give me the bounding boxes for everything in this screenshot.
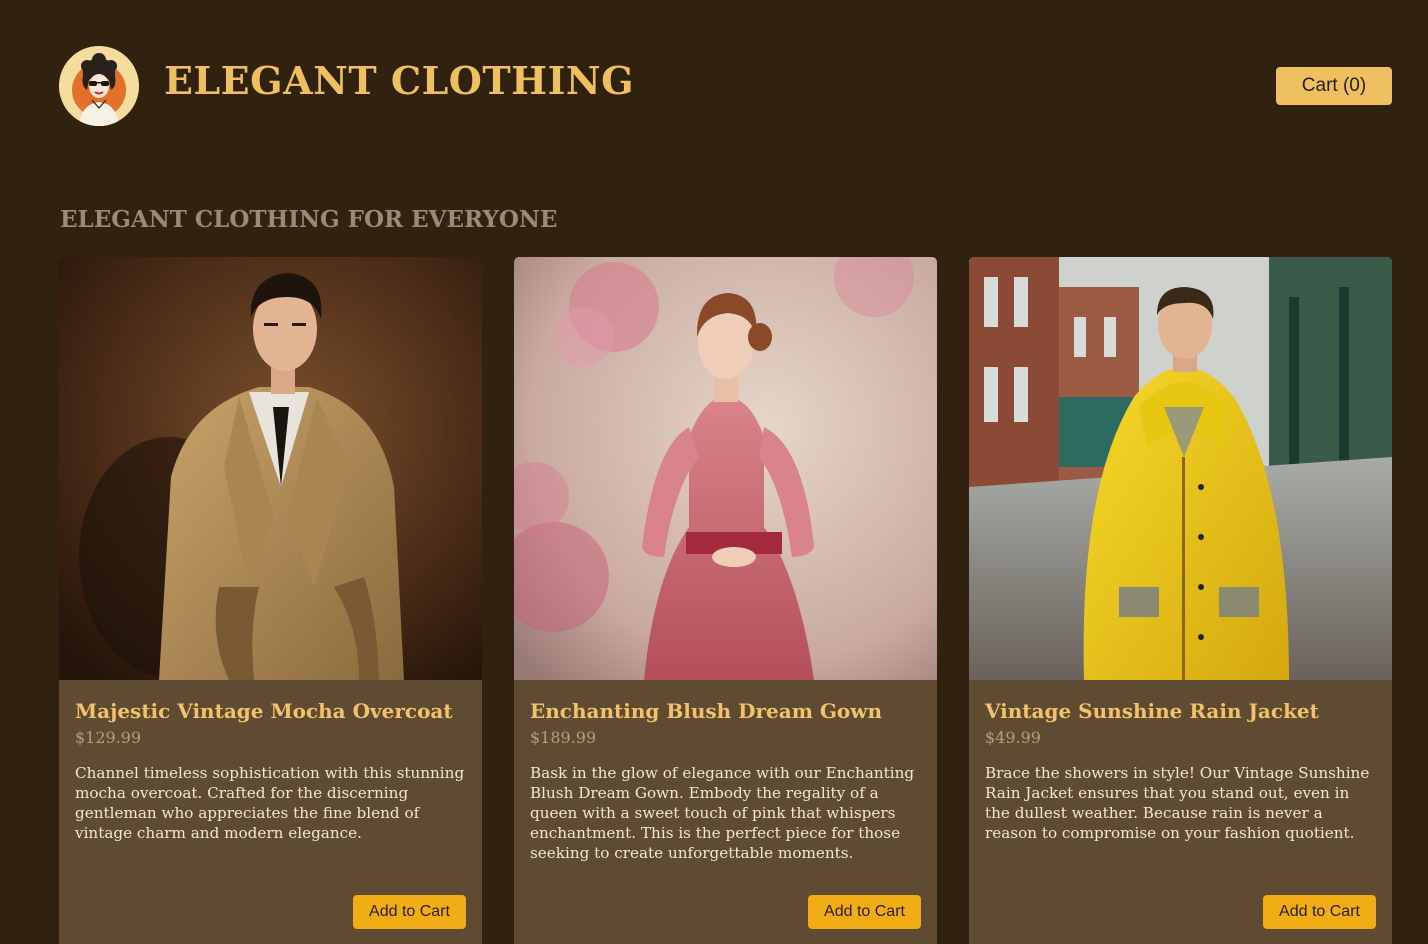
man-in-yellow-raincoat-photo-icon[interactable] (969, 257, 1392, 680)
product-name: Majestic Vintage Mocha Overcoat (75, 699, 453, 723)
product-card: Majestic Vintage Mocha Overcoat $129.99 … (59, 257, 482, 944)
section-title: ELEGANT CLOTHING FOR EVERYONE (60, 206, 558, 233)
product-price: $129.99 (75, 728, 142, 747)
man-in-trench-coat-photo-icon[interactable] (59, 257, 482, 680)
product-description: Bask in the glow of elegance with our En… (530, 764, 915, 862)
product-name: Enchanting Blush Dream Gown (530, 699, 883, 723)
add-to-cart-button[interactable]: Add to Cart (353, 895, 466, 929)
cart-button[interactable]: Cart (0) (1276, 67, 1392, 105)
add-to-cart-button[interactable]: Add to Cart (1263, 895, 1376, 929)
vintage-woman-logo-icon[interactable] (59, 46, 139, 126)
product-card: Enchanting Blush Dream Gown $189.99 Bask… (514, 257, 937, 944)
product-price: $49.99 (985, 728, 1041, 747)
product-description: Channel timeless sophistication with thi… (75, 764, 465, 842)
product-name: Vintage Sunshine Rain Jacket (985, 699, 1319, 723)
product-card: Vintage Sunshine Rain Jacket $49.99 Brac… (969, 257, 1392, 944)
product-description: Brace the showers in style! Our Vintage … (985, 764, 1370, 842)
woman-in-pink-gown-photo-icon[interactable] (514, 257, 937, 680)
product-price: $189.99 (530, 728, 597, 747)
add-to-cart-button[interactable]: Add to Cart (808, 895, 921, 929)
site-header: ELEGANT CLOTHING Cart (0) (0, 0, 1428, 160)
brand-title: ELEGANT CLOTHING (164, 58, 635, 103)
